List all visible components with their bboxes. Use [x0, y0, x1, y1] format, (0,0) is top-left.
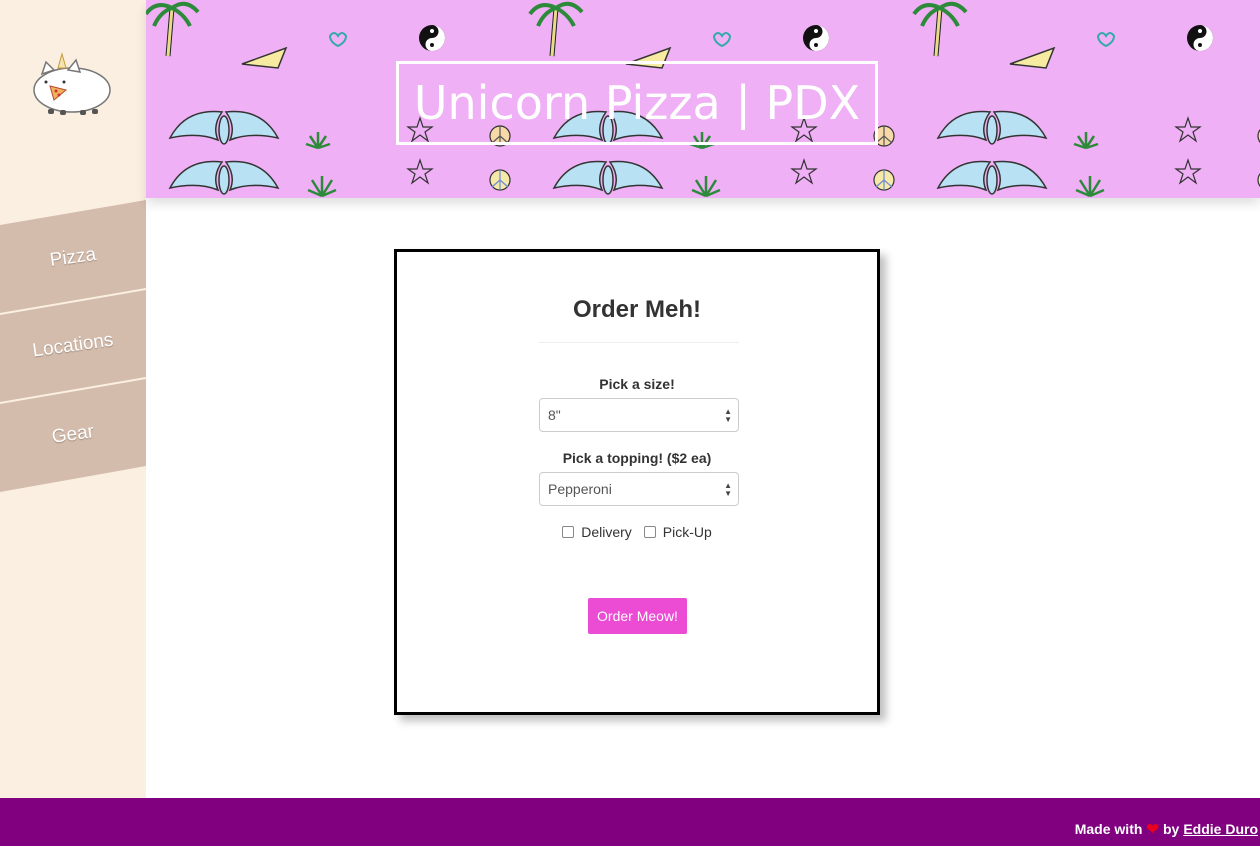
footer-by: by: [1162, 821, 1180, 837]
yin-yang-icon: [419, 25, 445, 51]
sidebar-item-label: Pizza: [48, 243, 98, 272]
size-label: Pick a size!: [599, 376, 675, 392]
title-divider: [539, 342, 739, 343]
size-select[interactable]: 8" ▲ ▼: [539, 398, 739, 432]
sidebar: Pizza Locations Gear: [0, 0, 146, 798]
plant-icon: [307, 176, 337, 198]
delivery-label: Delivery: [581, 524, 632, 540]
footer-made-with: Made with: [1074, 821, 1143, 837]
footer-credit: Made with ❤ by Eddie Duro: [1075, 820, 1258, 838]
heart-icon: ❤: [1146, 821, 1159, 838]
select-arrows-icon: ▲ ▼: [724, 481, 732, 498]
header-banner: Unicorn Pizza | PDX: [146, 0, 1260, 198]
plant-icon: [305, 132, 331, 150]
star-icon: [406, 158, 434, 185]
sidebar-nav: Pizza Locations Gear: [0, 200, 146, 492]
pickup-label: Pick-Up: [662, 524, 712, 540]
order-form-card: Order Meh! Pick a size! 8" ▲ ▼ Pick a top…: [394, 249, 880, 715]
pizza-slice-icon: [241, 46, 288, 69]
heart-outline-icon: [328, 32, 348, 48]
order-button[interactable]: Order Meow!: [588, 598, 687, 634]
fulfillment-options: Delivery Pick-Up: [397, 524, 877, 540]
bat-icon: [168, 110, 280, 195]
pickup-checkbox[interactable]: [643, 526, 656, 538]
delivery-option[interactable]: Delivery: [562, 524, 632, 540]
topping-label: Pick a topping! ($2 ea): [562, 450, 712, 466]
sidebar-item-label: Locations: [31, 329, 115, 362]
footer: Made with ❤ by Eddie Duro: [0, 798, 1260, 846]
size-select-value: 8": [548, 407, 561, 423]
palm-tree-icon: [146, 1, 200, 57]
topping-select[interactable]: Pepperoni ▲ ▼: [539, 472, 739, 506]
page-title-text: Unicorn Pizza | PDX: [413, 76, 861, 130]
delivery-checkbox[interactable]: [562, 526, 575, 538]
author-link[interactable]: Eddie Duro: [1183, 821, 1258, 837]
topping-select-value: Pepperoni: [548, 481, 612, 497]
order-form-title: Order Meh!: [572, 296, 701, 323]
select-arrows-icon: ▲ ▼: [724, 407, 732, 424]
pickup-option[interactable]: Pick-Up: [643, 524, 712, 540]
sidebar-item-label: Gear: [50, 421, 96, 448]
pusheen-unicorn-cat-icon[interactable]: [28, 52, 116, 120]
page-title: Unicorn Pizza | PDX: [396, 61, 878, 145]
